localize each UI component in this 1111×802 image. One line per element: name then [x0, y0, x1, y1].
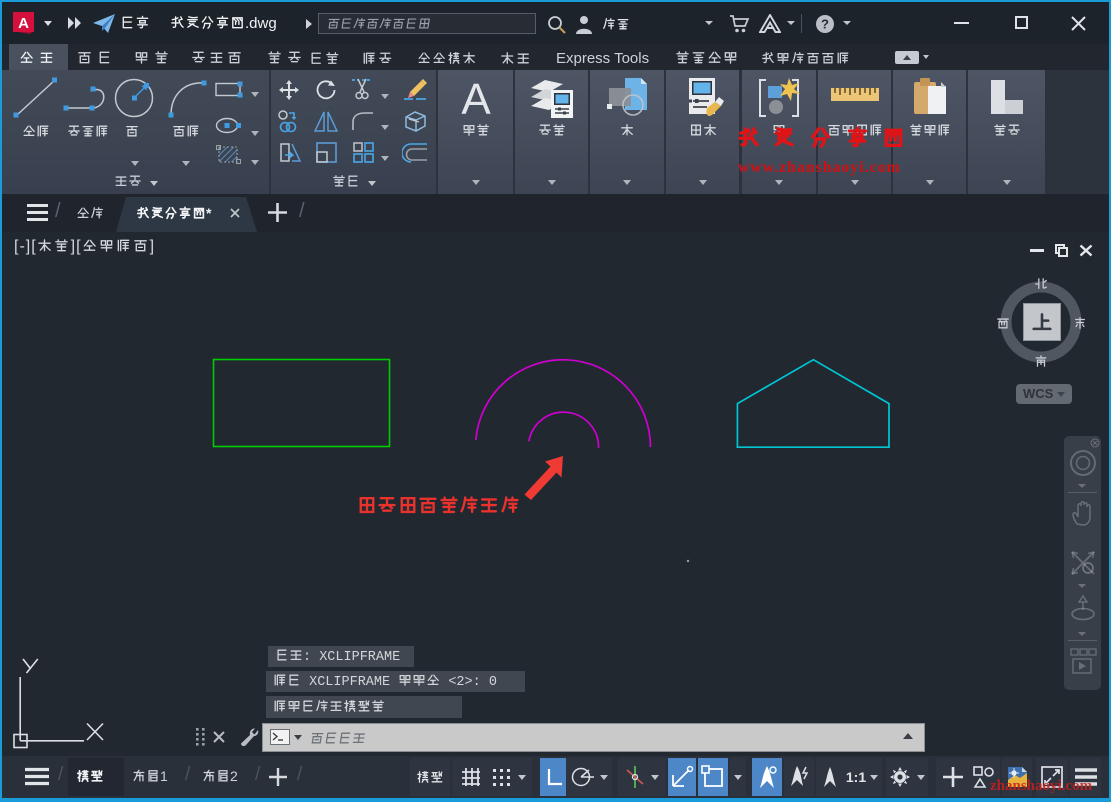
- svg-text:A: A: [461, 76, 491, 118]
- svg-text:A: A: [18, 15, 29, 32]
- svg-text:?: ?: [821, 17, 829, 32]
